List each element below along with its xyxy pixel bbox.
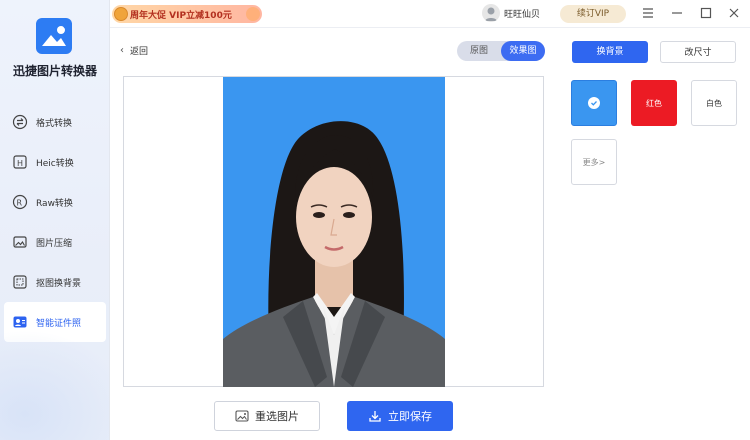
heic-icon: H: [12, 154, 28, 170]
save-now-button[interactable]: 立即保存: [347, 401, 453, 431]
id-photo-preview: [223, 77, 445, 387]
toggle-result[interactable]: 效果图: [501, 41, 545, 61]
app-name: 迅捷图片转换器: [12, 64, 97, 78]
user-account[interactable]: 旺旺仙贝: [482, 4, 540, 22]
color-swatch-red[interactable]: 红色: [631, 80, 677, 126]
sidebar-item-label: 图片压缩: [36, 238, 73, 249]
sidebar-item-id-photo[interactable]: 智能证件照: [4, 302, 106, 342]
save-label: 立即保存: [388, 410, 432, 423]
renew-vip-button[interactable]: 续订VIP: [560, 5, 626, 23]
svg-text:H: H: [17, 159, 23, 168]
view-toggle: 原图 效果图: [457, 41, 545, 61]
download-icon: [368, 409, 382, 423]
color-swatch-blue[interactable]: [571, 80, 617, 126]
promo-banner[interactable]: 周年大促 VIP立减100元: [112, 5, 262, 23]
preview-canvas: [123, 76, 544, 387]
sidebar-item-cutout[interactable]: 抠图换背景: [4, 262, 106, 302]
tab-change-background[interactable]: 换背景: [572, 41, 648, 63]
more-colors-button[interactable]: 更多>: [571, 139, 617, 185]
sidebar-item-raw[interactable]: R Raw转换: [4, 182, 106, 222]
coin-icon: [114, 7, 128, 21]
gift-icon: [246, 7, 260, 21]
chevron-left-icon: ‹: [120, 45, 124, 56]
cutout-icon: [12, 274, 28, 290]
close-icon[interactable]: [726, 5, 742, 21]
back-label: 返回: [130, 47, 149, 57]
sidebar-item-label: 智能证件照: [36, 318, 82, 329]
reselect-label: 重选图片: [255, 410, 299, 423]
top-bar: 周年大促 VIP立减100元 旺旺仙贝 续订VIP: [110, 0, 750, 28]
sidebar-item-format-convert[interactable]: 格式转换: [4, 102, 106, 142]
back-button[interactable]: ‹ 返回: [120, 44, 148, 57]
tab-resize[interactable]: 改尺寸: [660, 41, 736, 63]
username: 旺旺仙贝: [504, 9, 541, 20]
image-compress-icon: [12, 234, 28, 250]
svg-text:R: R: [17, 199, 23, 208]
maximize-icon[interactable]: [698, 5, 714, 21]
menu-icon[interactable]: [640, 5, 656, 21]
reselect-image-button[interactable]: 重选图片: [214, 401, 320, 431]
avatar: [482, 4, 500, 22]
sidebar-item-label: 格式转换: [36, 118, 73, 129]
minimize-icon[interactable]: [669, 5, 685, 21]
format-convert-icon: [12, 114, 28, 130]
sidebar: 迅捷图片转换器 格式转换 H Heic转换 R Raw转换 图片压缩 抠图换背景…: [0, 0, 110, 440]
sidebar-item-image-compress[interactable]: 图片压缩: [4, 222, 106, 262]
image-icon: [235, 410, 249, 422]
raw-icon: R: [12, 194, 28, 210]
sidebar-item-heic[interactable]: H Heic转换: [4, 142, 106, 182]
sidebar-nav: 格式转换 H Heic转换 R Raw转换 图片压缩 抠图换背景 智能证件照: [4, 102, 106, 342]
id-photo-icon: [12, 314, 28, 330]
color-swatch-white[interactable]: 白色: [691, 80, 737, 126]
toggle-original[interactable]: 原图: [457, 41, 501, 61]
sidebar-item-label: 抠图换背景: [36, 278, 82, 289]
promo-text: 周年大促 VIP立减100元: [130, 10, 232, 21]
sidebar-item-label: Heic转换: [36, 158, 74, 169]
check-icon: [588, 97, 600, 109]
app-logo: [36, 18, 72, 54]
sidebar-item-label: Raw转换: [36, 198, 73, 209]
